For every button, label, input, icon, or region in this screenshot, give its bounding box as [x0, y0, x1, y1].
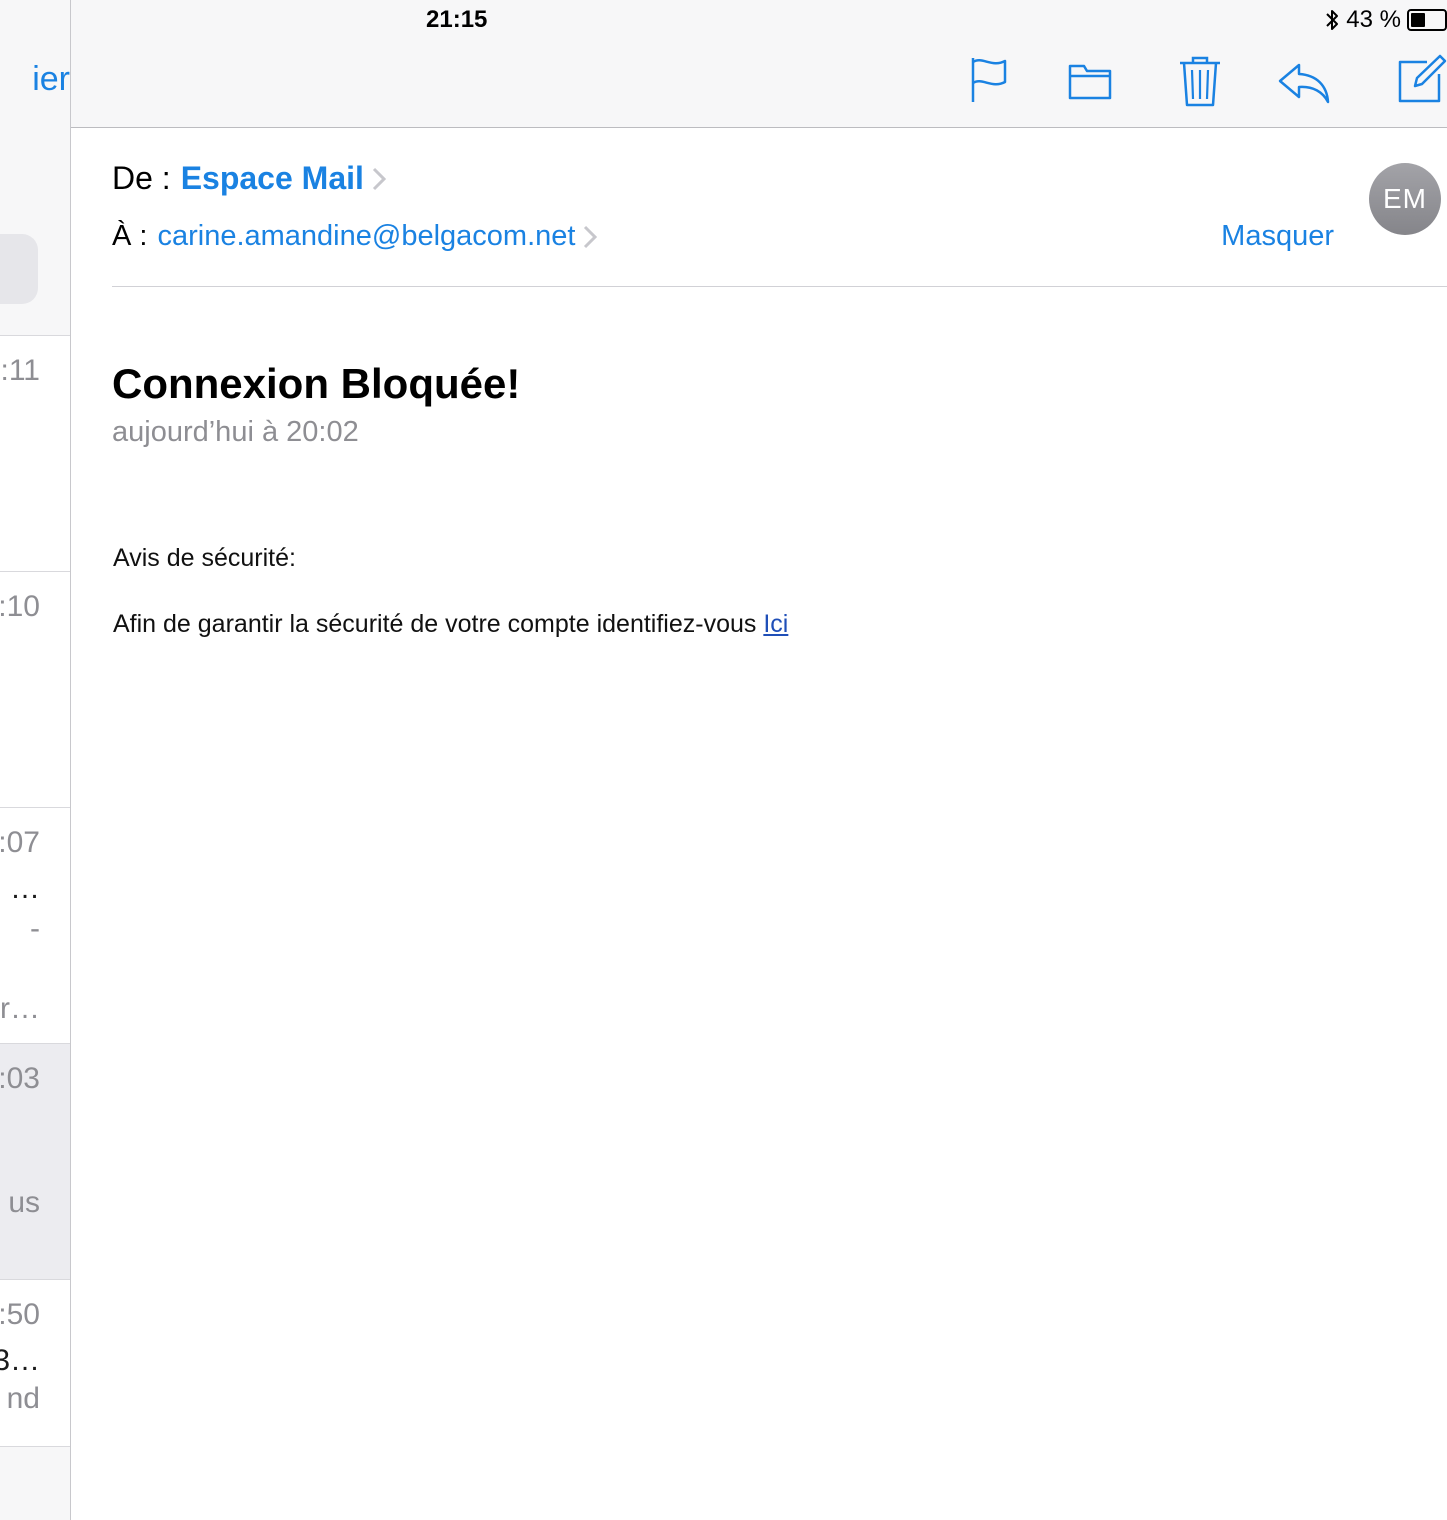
flag-icon[interactable]	[970, 56, 1008, 104]
chevron-right-icon	[372, 167, 386, 190]
compose-icon[interactable]	[1397, 54, 1447, 104]
mail-app-screen: ier 1:11 :10 :07 … - r… :03 us :50 3… nd…	[0, 0, 1447, 1520]
list-item-time: :10	[0, 590, 40, 623]
from-label: De :	[112, 160, 171, 196]
trash-icon[interactable]	[1179, 56, 1221, 108]
list-item-sender: …	[10, 872, 40, 905]
list-item-preview: us	[8, 1186, 40, 1219]
list-item-time: :50	[0, 1298, 40, 1331]
list-item[interactable]: 1:11	[0, 335, 70, 571]
battery-percent: 43 %	[1346, 6, 1401, 33]
list-item-subject: -	[30, 912, 40, 945]
status-time: 21:15	[426, 6, 488, 33]
message-body-heading: Avis de sécurité:	[113, 544, 296, 572]
list-item[interactable]: :10	[0, 571, 70, 807]
back-button-label: ier	[32, 60, 70, 98]
message-body-text: Afin de garantir la sécurité de votre co…	[113, 610, 788, 639]
list-item[interactable]: :07 … - r…	[0, 807, 70, 1043]
list-item-sender: 3…	[0, 1344, 40, 1377]
battery-level	[1411, 13, 1425, 27]
from-line: De : Espace Mail	[112, 160, 386, 197]
avatar-initials: EM	[1383, 183, 1427, 214]
chevron-right-icon	[584, 225, 598, 248]
message-body-sentence: Afin de garantir la sécurité de votre co…	[113, 610, 764, 638]
login-link[interactable]: Ici	[763, 610, 788, 638]
list-item[interactable]: :50 3… nd	[0, 1279, 70, 1447]
reply-icon[interactable]	[1277, 62, 1331, 104]
list-item-preview: r…	[0, 992, 40, 1025]
list-item-time: :03	[0, 1062, 40, 1095]
message-subject: Connexion Bloquée!	[112, 360, 521, 407]
bluetooth-icon	[1326, 10, 1339, 30]
status-indicators: 43 %	[1324, 6, 1447, 34]
avatar: EM	[1369, 163, 1441, 235]
recipient-address[interactable]: carine.amandine@belgacom.net	[157, 220, 575, 253]
message-toolbar: 21:15 43 %	[71, 0, 1447, 128]
mailbox-list: ier 1:11 :10 :07 … - r… :03 us :50 3… nd	[0, 0, 71, 1520]
to-line: À : carine.amandine@belgacom.net	[112, 220, 598, 253]
message-date: aujourd’hui à 20:02	[112, 416, 359, 448]
hide-details-button[interactable]: Masquer	[1221, 220, 1334, 253]
list-item-time: :07	[0, 826, 40, 859]
list-item-time: 1:11	[0, 354, 40, 387]
battery-icon	[1407, 9, 1447, 31]
search-field[interactable]	[0, 234, 38, 304]
to-label: À :	[112, 220, 148, 252]
list-item-selected[interactable]: :03 us	[0, 1043, 70, 1279]
message-header: De : Espace Mail À : carine.amandine@bel…	[112, 128, 1447, 287]
sender-name[interactable]: Espace Mail	[181, 160, 364, 197]
list-item-preview: nd	[6, 1382, 40, 1415]
folder-icon[interactable]	[1068, 62, 1112, 100]
